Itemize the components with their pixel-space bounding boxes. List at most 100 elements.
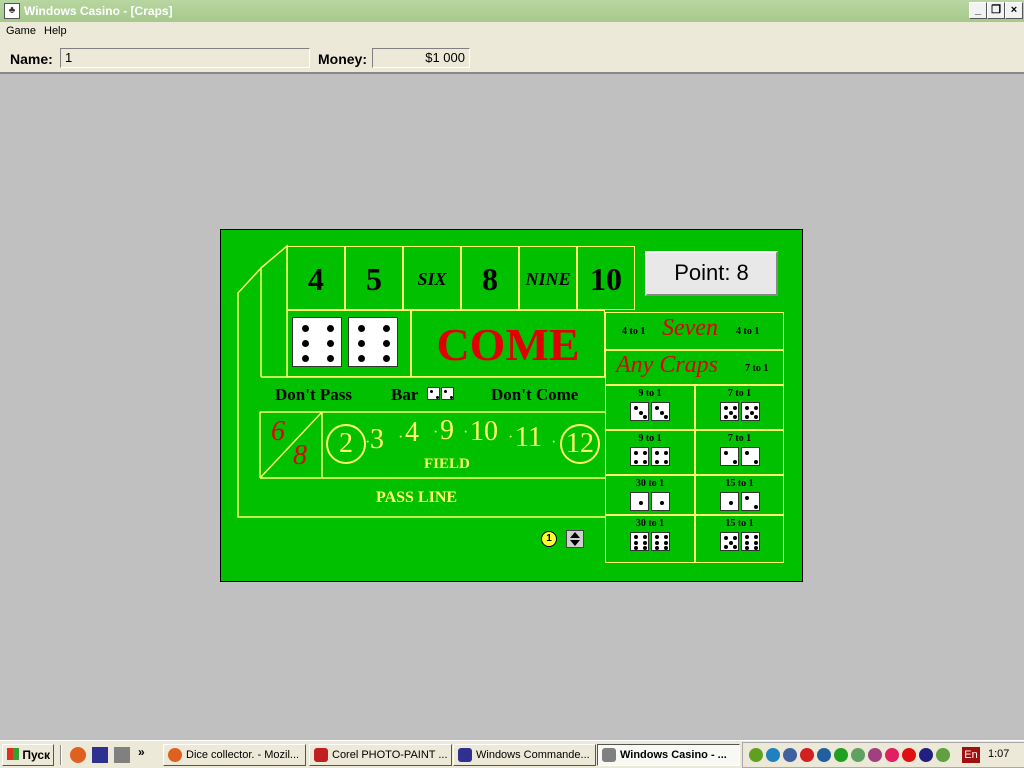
hardway-bet[interactable]: 15 to 1 [695,515,784,563]
pip [733,460,738,465]
seven-label: Seven [662,315,718,341]
chevron-down-icon[interactable] [570,540,580,546]
pip [723,450,728,455]
pip [654,460,659,465]
menu-game[interactable]: Game [6,25,36,37]
place-5[interactable]: 5 [345,246,403,310]
die-icon [651,532,670,551]
tray-icon[interactable] [936,748,950,762]
commander-icon [458,748,472,762]
come-box[interactable]: COME [411,310,605,377]
hardway-odds: 30 to 1 [635,478,665,489]
point-indicator: Point: 8 [645,251,778,296]
pip [633,540,638,545]
dice-area [287,310,411,377]
name-field[interactable]: 1 [60,48,310,68]
pip [643,540,648,545]
task-button[interactable]: Dice collector. - Mozil... [163,744,306,766]
tray-icon[interactable] [834,748,848,762]
pip [358,324,365,332]
die-icon [741,447,760,466]
firefox-icon[interactable] [70,747,86,763]
tray-icon[interactable] [766,748,780,762]
system-tray [742,742,1024,768]
pip [728,540,733,545]
restore-button[interactable]: ❐ [987,2,1005,19]
minimize-button[interactable]: _ [969,2,987,19]
pip [643,415,648,420]
pip [327,339,334,347]
tray-icon[interactable] [919,748,933,762]
hardway-bet[interactable]: 9 to 1 [605,385,695,430]
language-indicator[interactable]: En [962,747,980,763]
pip [633,450,638,455]
pip [633,460,638,465]
chip-stepper[interactable] [566,530,584,548]
tray-icon[interactable] [868,748,882,762]
pip [733,535,738,540]
quicklaunch-more-icon[interactable]: » [138,745,145,759]
task-button[interactable]: Windows Commande... [453,744,596,766]
start-button[interactable]: Пуск [2,744,54,766]
hardway-bet[interactable]: 9 to 1 [605,430,695,475]
chevron-up-icon[interactable] [570,532,580,538]
tray-icon[interactable] [851,748,865,762]
field-area[interactable]: 2 3 4 9 10 11 12 · · · · · · FIELD [322,412,605,478]
place-six[interactable]: SIX [403,246,461,310]
pip [654,546,659,551]
task-button-active[interactable]: Windows Casino - ... [597,744,740,766]
menu-help[interactable]: Help [44,25,67,37]
hardway-bet[interactable]: 7 to 1 [695,385,784,430]
app-icon[interactable] [114,747,130,763]
seven-right-odds: 4 to 1 [736,326,760,337]
pip [728,500,733,505]
dont-come-bar[interactable]: Don't Come [491,385,578,405]
pip [643,460,648,465]
seven-bet[interactable]: 4 to 1 Seven 4 to 1 [605,312,784,350]
tray-icon[interactable] [902,748,916,762]
close-button[interactable]: × [1005,2,1023,19]
big-six[interactable]: 6 [271,416,285,448]
any-craps-bet[interactable]: Any Craps 7 to 1 [605,350,784,385]
tray-icon[interactable] [885,748,899,762]
place-8[interactable]: 8 [461,246,519,310]
hardway-bet[interactable]: 30 to 1 [605,515,695,563]
die-icon [630,532,649,551]
place-10[interactable]: 10 [577,246,635,310]
field-10: 10 [470,416,498,447]
commander-icon[interactable] [92,747,108,763]
pip [754,460,759,465]
task-label: Dice collector. - Mozil... [186,749,300,761]
big-eight[interactable]: 8 [293,440,307,472]
tray-icon[interactable] [749,748,763,762]
pip [723,405,728,410]
field-dot: · [398,429,404,446]
tray-icon[interactable] [783,748,797,762]
dont-pass-bar[interactable]: Don't Pass [275,385,352,405]
place-nine[interactable]: NINE [519,246,577,310]
die-icon [651,447,670,466]
place-4[interactable]: 4 [287,246,345,310]
hardway-bet[interactable]: 15 to 1 [695,475,784,515]
pip [302,354,309,362]
pip [638,500,643,505]
pass-line[interactable]: PASS LINE [376,489,457,507]
pip [664,450,669,455]
app-icon[interactable]: ♣ [4,3,20,19]
hardway-bet[interactable]: 7 to 1 [695,430,784,475]
pip [733,545,738,550]
pip [633,405,638,410]
hardway-odds: 15 to 1 [725,518,754,529]
hardways-grid: 9 to 1 7 to 1 9 to 1 7 to 1 30 to 1 15 to 1 30… [605,385,784,566]
tray-icon[interactable] [817,748,831,762]
chip[interactable]: 1 [541,531,557,547]
field-2: 2 [326,424,366,464]
title-bar[interactable]: ♣ Windows Casino - [Craps] _ ❐ × [0,0,1024,22]
windows-logo-icon [7,748,19,760]
field-dot: · [463,424,469,441]
die-icon [720,402,739,421]
pip [733,405,738,410]
hardway-bet[interactable]: 30 to 1 [605,475,695,515]
tray-icon[interactable] [800,748,814,762]
task-button[interactable]: Corel PHOTO-PAINT ... [309,744,452,766]
